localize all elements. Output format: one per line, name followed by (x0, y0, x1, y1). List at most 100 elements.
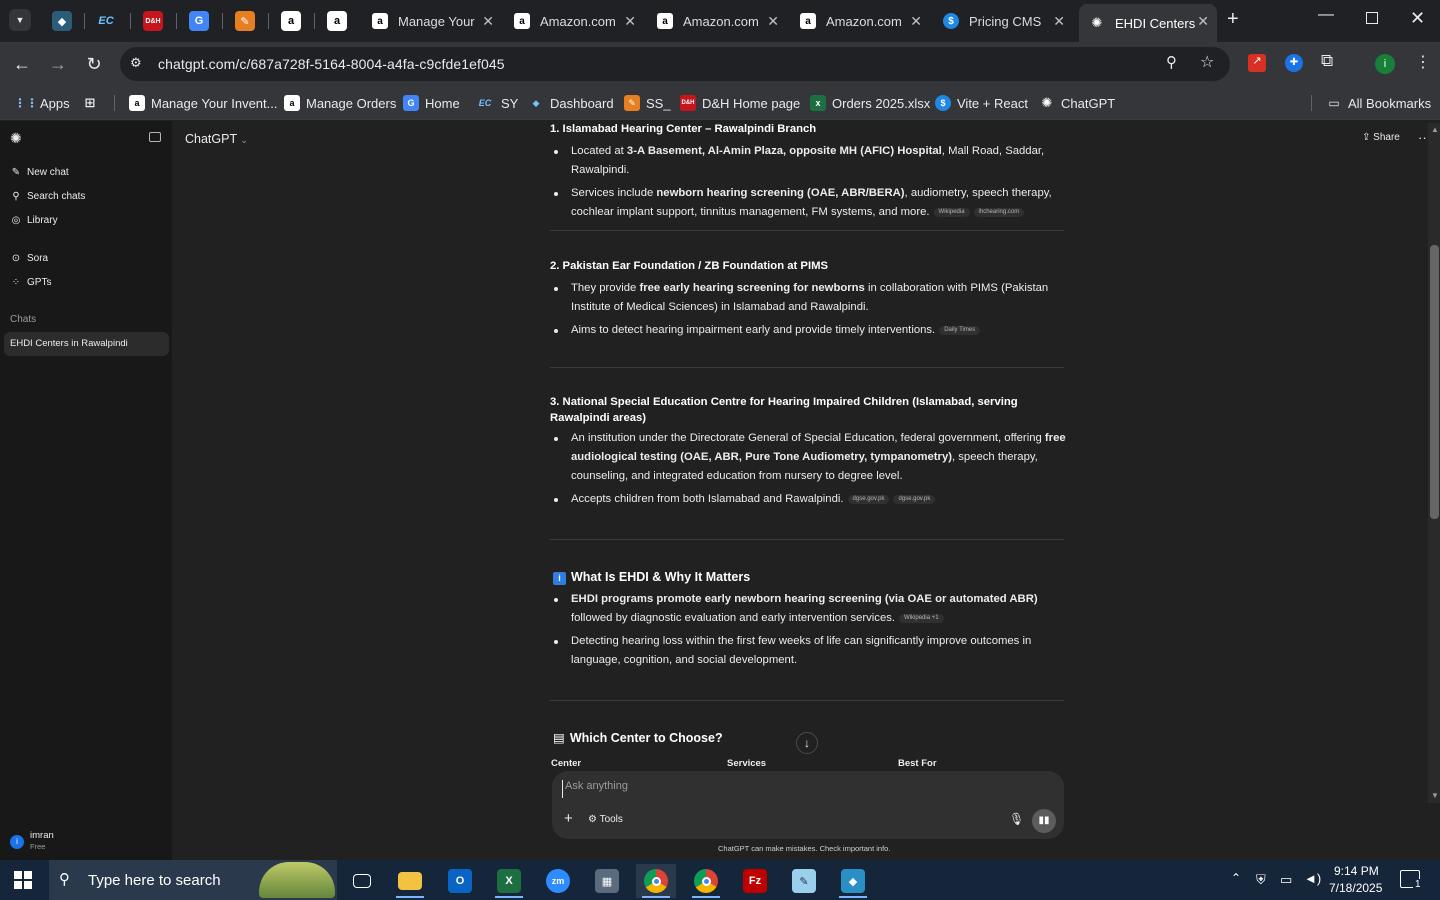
amazon-icon[interactable]: a (281, 11, 301, 31)
tab-manage-your[interactable]: a Manage Your ✕ (362, 4, 502, 38)
citation-chip[interactable]: ihchearing.com (973, 207, 1025, 217)
sketch-icon[interactable]: ✎ (235, 11, 255, 31)
scrollbar-up-arrow[interactable]: ▲ (1431, 125, 1439, 134)
bookmark-apps[interactable]: ⋮⋮ Apps (14, 93, 70, 113)
close-icon[interactable]: ✕ (482, 13, 494, 30)
outlook-icon[interactable]: O (440, 864, 480, 898)
list-item: Accepts children from both Islamabad and… (550, 490, 1070, 509)
scroll-down-button[interactable]: ↓ (796, 732, 818, 754)
url-text[interactable]: chatgpt.com/c/687a728f-5164-8004-a4fa-c9… (158, 56, 505, 72)
tab-amazon-3[interactable]: a Amazon.com ✕ (790, 4, 930, 38)
close-icon[interactable]: ✕ (1197, 13, 1209, 30)
browser-menu-icon[interactable]: ⋮ (1415, 52, 1431, 72)
amazon-icon[interactable]: a (327, 11, 347, 31)
security-tray-icon[interactable]: ⛨ (1256, 872, 1266, 888)
chrome-icon[interactable] (686, 864, 726, 898)
restore-button[interactable] (1366, 12, 1378, 24)
share-button[interactable]: ⇪ Share (1362, 132, 1400, 143)
excel-icon[interactable]: X (489, 864, 529, 898)
bookmark-dh-home[interactable]: D&H D&H Home page (680, 93, 800, 113)
bookmark-orders-2025[interactable]: x Orders 2025.xlsx (810, 93, 930, 113)
sidebar-item-new-chat[interactable]: ✎ New chat (10, 167, 69, 178)
address-bar[interactable]: ⚙ chatgpt.com/c/687a728f-5164-8004-a4fa-… (120, 47, 1230, 81)
close-icon[interactable]: ✕ (624, 13, 636, 30)
bookmark-manage-inventory[interactable]: a Manage Your Invent... (129, 93, 277, 113)
bookmark-sy[interactable]: EC SY (475, 93, 519, 113)
app-icon[interactable]: ◆ (52, 11, 72, 31)
show-hidden-icons[interactable]: ⌃ (1231, 871, 1241, 885)
calculator-icon[interactable]: ▦ (587, 864, 627, 898)
forward-button[interactable]: → (46, 52, 70, 76)
back-button[interactable]: ← (10, 52, 34, 76)
taskbar-search-box[interactable]: ⚲ Type here to search (49, 860, 337, 900)
close-icon[interactable]: ✕ (910, 13, 922, 30)
zoom-icon[interactable]: ⚲ (1166, 53, 1177, 71)
chatgpt-logo-icon[interactable]: ✺ (10, 130, 22, 147)
tab-search-button[interactable]: ▼ (9, 9, 31, 31)
sidebar-toggle-icon[interactable] (149, 132, 161, 142)
model-selector[interactable]: ChatGPT ⌄ (185, 132, 248, 146)
site-info-icon[interactable]: ⚙ (130, 55, 142, 71)
citation-chip[interactable]: Wikipedia +1 (899, 613, 944, 623)
filezilla-icon[interactable]: Fz (735, 864, 775, 898)
tab-ehdi-centers[interactable]: ✺ EHDI Centers ✕ (1079, 4, 1217, 42)
reload-button[interactable]: ↻ (82, 52, 106, 76)
ec-icon[interactable]: EC (96, 11, 116, 31)
bookmark-home[interactable]: G Home (403, 93, 460, 113)
voice-mode-button[interactable]: ▮▮ (1032, 809, 1056, 833)
citation-chip[interactable]: dgse.gov.pk (847, 494, 890, 504)
file-explorer-icon[interactable] (390, 864, 430, 898)
tab-groups-button[interactable]: ⊞ (82, 93, 104, 113)
clock-time[interactable]: 9:14 PM (1334, 864, 1379, 878)
new-tab-button[interactable]: + (1227, 8, 1239, 31)
sidebar-item-search-chats[interactable]: ⚲ Search chats (10, 191, 85, 202)
extensions-puzzle-icon[interactable]: ⧉ (1321, 51, 1333, 71)
app-icon[interactable]: ◆ (833, 864, 873, 898)
bookmark-ss[interactable]: ✎ SS_ (624, 93, 671, 113)
search-icon: ⚲ (12, 191, 20, 202)
close-icon[interactable]: ✕ (1053, 13, 1065, 30)
minimize-button[interactable]: — (1318, 6, 1334, 24)
citation-chip[interactable]: Wikipedia (933, 207, 970, 217)
citation-chip[interactable]: dgse.gov.pk (893, 494, 936, 504)
windows-start-icon[interactable] (14, 871, 32, 889)
extension-icon[interactable]: ✚ (1285, 54, 1303, 72)
gmail-icon[interactable]: G (189, 11, 209, 31)
notepad-icon[interactable]: ✎ (784, 864, 824, 898)
section-3: 3. National Special Education Centre for… (550, 394, 1070, 509)
sidebar-item-sora[interactable]: ⊙ Sora (10, 253, 48, 264)
tools-button[interactable]: ⚙ Tools (588, 814, 623, 825)
close-window-button[interactable]: ✕ (1410, 8, 1425, 29)
user-name: imran (30, 830, 54, 841)
dh-icon[interactable]: D&H (143, 11, 163, 31)
task-view-icon[interactable] (342, 864, 382, 898)
bookmark-vite-react[interactable]: $ Vite + React (935, 93, 1028, 113)
scrollbar-down-arrow[interactable]: ▼ (1431, 791, 1439, 800)
citation-chip[interactable]: Daily Times (939, 325, 981, 335)
sidebar-item-library[interactable]: ◎ Library (10, 215, 58, 226)
clock-date[interactable]: 7/18/2025 (1329, 881, 1382, 895)
chrome-icon[interactable] (636, 864, 676, 898)
extension-icon[interactable]: ↗ (1248, 54, 1266, 72)
tab-amazon-2[interactable]: a Amazon.com ✕ (647, 4, 787, 38)
sidebar-item-gpts[interactable]: ⁘ GPTs (10, 277, 52, 288)
close-icon[interactable]: ✕ (767, 13, 779, 30)
all-bookmarks[interactable]: ▭ All Bookmarks (1326, 93, 1431, 113)
tab-pricing-cms[interactable]: $ Pricing CMS ✕ (933, 4, 1073, 38)
user-avatar[interactable]: i (10, 835, 24, 849)
bookmark-chatgpt[interactable]: ✺ ChatGPT (1039, 93, 1116, 113)
bookmark-dashboard[interactable]: ◆ Dashboard (528, 93, 614, 113)
prompt-input[interactable]: Ask anything (562, 780, 992, 798)
volume-icon[interactable]: ◄) (1304, 871, 1321, 886)
scrollbar-thumb[interactable] (1430, 245, 1439, 519)
add-attachment-button[interactable]: + (564, 810, 573, 827)
microphone-icon[interactable]: 🎙 (1009, 812, 1024, 826)
network-icon[interactable]: ▭ (1280, 872, 1292, 888)
bookmark-star-icon[interactable]: ☆ (1200, 52, 1214, 72)
zoom-icon[interactable]: zm (538, 864, 578, 898)
tab-amazon-1[interactable]: a Amazon.com ✕ (504, 4, 644, 38)
profile-avatar[interactable]: i (1375, 54, 1395, 74)
tab-strip: ▼ ◆ EC D&H G ✎ a a a Manage Your ✕ a Ama… (0, 0, 1440, 42)
bookmark-manage-orders[interactable]: a Manage Orders (284, 93, 396, 113)
compose-icon: ✎ (11, 167, 21, 178)
